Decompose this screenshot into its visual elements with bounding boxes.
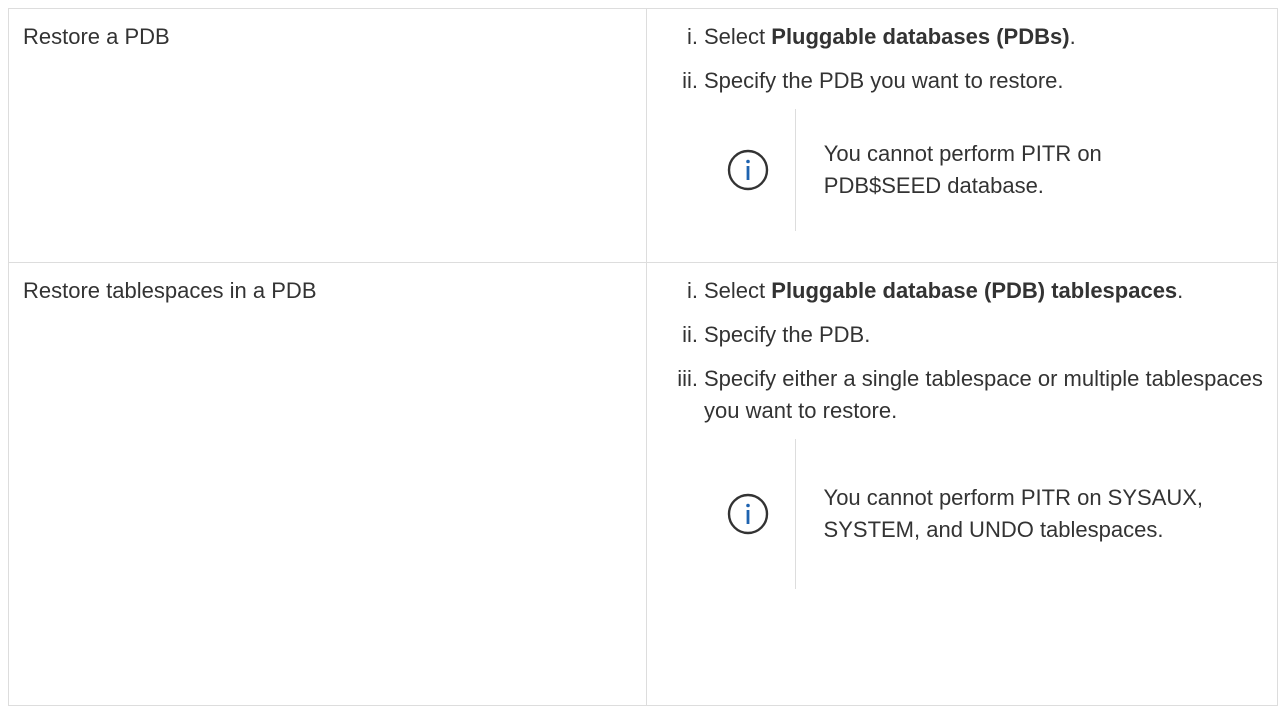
- table-row: Restore a PDB i. Select Pluggable databa…: [8, 8, 1278, 263]
- note-block: You cannot perform PITR on PDB$SEED data…: [701, 109, 1221, 231]
- step-item: ii. Specify the PDB you want to restore.: [667, 65, 1267, 97]
- step-text: Specify the PDB you want to restore.: [704, 68, 1064, 93]
- action-cell: Restore tablespaces in a PDB: [8, 262, 647, 706]
- action-label: Restore a PDB: [23, 24, 170, 49]
- action-cell: Restore a PDB: [8, 8, 647, 263]
- action-label: Restore tablespaces in a PDB: [23, 278, 317, 303]
- info-icon: [727, 149, 769, 191]
- step-item: iii. Specify either a single tablespace …: [667, 363, 1267, 427]
- step-text: Specify the PDB.: [704, 322, 871, 347]
- step-item: ii. Specify the PDB.: [667, 319, 1267, 351]
- step-number: i.: [687, 278, 698, 303]
- step-item: i. Select Pluggable database (PDB) table…: [667, 275, 1267, 307]
- steps-cell: i. Select Pluggable database (PDB) table…: [646, 262, 1278, 706]
- step-number: iii.: [677, 366, 698, 391]
- ui-term: Pluggable database (PDB) tablespaces: [771, 278, 1178, 303]
- note-block: You cannot perform PITR on SYSAUX, SYSTE…: [701, 439, 1221, 589]
- note-text: You cannot perform PITR on PDB$SEED data…: [823, 141, 1102, 198]
- note-divider: [795, 109, 796, 231]
- step-item: i. Select Pluggable databases (PDBs).: [667, 21, 1267, 53]
- step-text: Select Pluggable databases (PDBs).: [704, 24, 1076, 49]
- steps-cell: i. Select Pluggable databases (PDBs). ii…: [646, 8, 1278, 263]
- step-number: ii.: [682, 68, 698, 93]
- step-number: i.: [687, 24, 698, 49]
- step-number: ii.: [682, 322, 698, 347]
- table-row: Restore tablespaces in a PDB i. Select P…: [8, 262, 1278, 706]
- ui-term: Pluggable databases (PDBs): [771, 24, 1070, 49]
- note-text: You cannot perform PITR on SYSAUX, SYSTE…: [823, 485, 1204, 542]
- steps-list: i. Select Pluggable database (PDB) table…: [647, 263, 1277, 427]
- steps-list: i. Select Pluggable databases (PDBs). ii…: [647, 9, 1277, 97]
- step-text: Specify either a single tablespace or mu…: [704, 366, 1263, 423]
- restore-options-table: Restore a PDB i. Select Pluggable databa…: [8, 8, 1278, 706]
- info-icon: [727, 493, 769, 535]
- step-text: Select Pluggable database (PDB) tablespa…: [704, 278, 1184, 303]
- note-divider: [795, 439, 796, 589]
